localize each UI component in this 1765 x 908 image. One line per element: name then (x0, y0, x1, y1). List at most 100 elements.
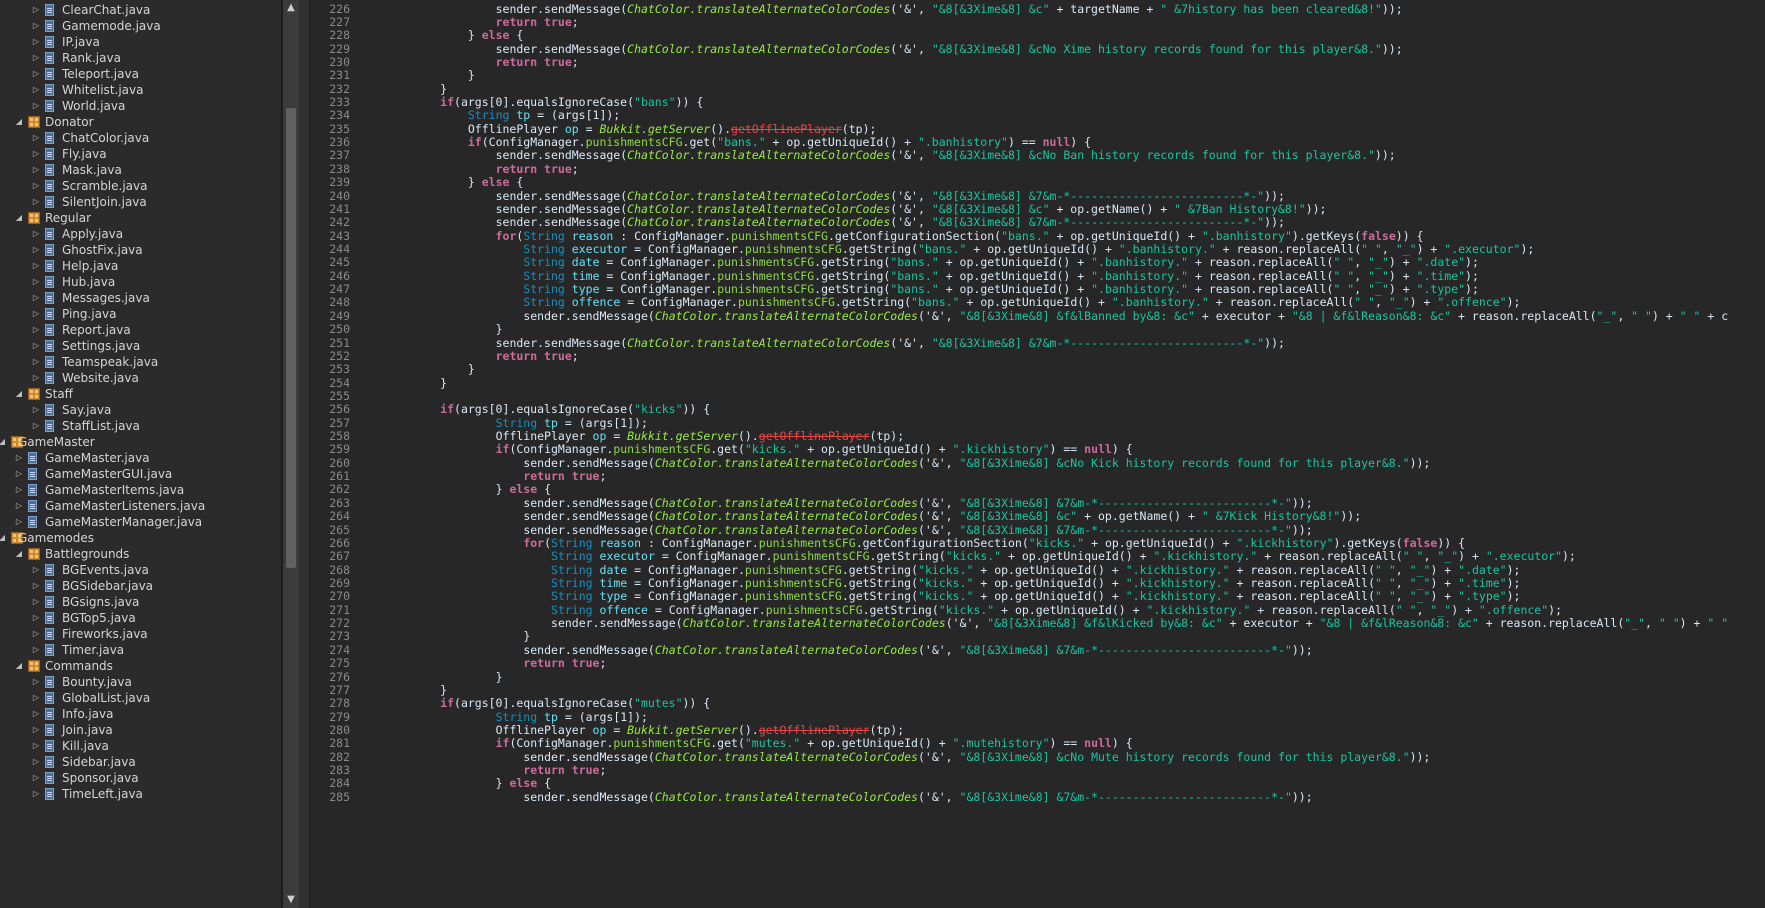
code-token: } (440, 81, 448, 96)
code-line[interactable]: } (440, 376, 447, 391)
code-token: + reason.replaceAll( (1451, 308, 1597, 323)
code-token: = ConfigManager. (654, 549, 773, 564)
code-token: ChatColor.translateAlternateColorCodes (627, 188, 891, 203)
java-file-icon (45, 740, 54, 752)
code-token: sender.sendMessage( (495, 215, 628, 230)
package-explorer: ▷ ClearChat.java ▷ Gamemode.java ▷ IP.java ▷ Ra… (0, 0, 282, 908)
code-token: if (467, 135, 482, 150)
code-token: (). (710, 121, 732, 136)
code-token: ('&', (917, 495, 960, 510)
code-token: "&8[&3Xime&8] &f&lKicked by&8: &c" (987, 616, 1223, 631)
code-token: ".banhistory." (1118, 241, 1216, 256)
code-token: reason (571, 228, 614, 243)
code-token: ) + (1388, 255, 1417, 270)
code-line[interactable]: sender.sendMessage(ChatColor.translateAl… (496, 2, 1403, 17)
code-token: ".executor" (1485, 549, 1562, 564)
code-token: ).getKeys( (1333, 535, 1403, 550)
code-token: + op.getUniqueId() + (973, 575, 1126, 590)
code-editor[interactable]: 226 227 228 229 230 231 232 233 234 235 236 237 238 2… (299, 0, 1765, 908)
code-token: )); (1381, 1, 1403, 16)
code-line[interactable]: sender.sendMessage(ChatColor.translateAl… (523, 643, 1312, 658)
code-token: type (599, 589, 628, 604)
code-token: sender.sendMessage( (523, 495, 655, 510)
code-token: ) + (1388, 268, 1417, 283)
code-token: String (551, 575, 593, 590)
code-token: : ConfigManager. (613, 228, 732, 243)
code-token: ; (599, 469, 607, 484)
code-token: + reason.replaceAll( (1229, 575, 1376, 590)
java-file-icon (45, 324, 54, 336)
code-token: " " (1333, 282, 1355, 297)
code-token: + c (1700, 308, 1729, 323)
scroll-up-icon[interactable]: ▲ (283, 0, 299, 16)
code-line[interactable]: sender.sendMessage(ChatColor.translateAl… (496, 336, 1285, 351)
code-token: ('&', (890, 188, 932, 203)
code-token: getOfflinePlayer (731, 121, 842, 136)
code-line[interactable]: return true; (496, 55, 579, 70)
code-token: ('&', (945, 616, 988, 631)
code-token: "kicks." (918, 562, 974, 577)
code-token: " " (1375, 562, 1396, 577)
code-token: (args[0].equalsIgnoreCase( (454, 402, 635, 417)
code-token: = ConfigManager. (627, 575, 745, 590)
code-token: executor (571, 241, 628, 256)
java-file-icon (45, 708, 54, 720)
code-token: ); (1506, 589, 1521, 604)
code-token: ('&', (890, 148, 932, 163)
code-line[interactable]: sender.sendMessage(ChatColor.translateAl… (523, 456, 1430, 471)
explorer-scrollbar[interactable]: ▲ ▼ (282, 0, 299, 908)
code-line[interactable]: } (496, 670, 503, 685)
code-token: for (523, 535, 545, 550)
code-token: + op.getUniqueId() + (1001, 549, 1154, 564)
code-token: sender.sendMessage( (523, 749, 655, 764)
java-file-icon (45, 772, 54, 784)
scrollbar-thumb[interactable] (286, 108, 296, 568)
java-file-icon (45, 164, 54, 176)
java-file-icon (45, 372, 54, 384)
code-line[interactable]: sender.sendMessage(ChatColor.translateAl… (523, 750, 1430, 765)
code-area[interactable]: sender.sendMessage( ChatColor.translateAl… (357, 0, 1765, 908)
code-line[interactable]: sender.sendMessage(ChatColor.translateAl… (551, 616, 1728, 631)
code-token: .getString( (814, 255, 891, 270)
code-token: time (571, 268, 600, 283)
java-file-icon (45, 580, 54, 592)
collapsed-arrow-icon[interactable]: ▷ (31, 785, 41, 803)
code-token: )); (1291, 495, 1313, 510)
code-token: ) + (1409, 295, 1438, 310)
code-token: getOfflinePlayer (758, 722, 870, 737)
code-line[interactable]: sender.sendMessage(ChatColor.translateAl… (523, 790, 1312, 805)
code-token: for (495, 228, 517, 243)
code-token: if (495, 442, 510, 457)
code-token: "_" (1395, 241, 1417, 256)
code-token: ) + (1430, 575, 1459, 590)
code-token: .getString( (814, 268, 891, 283)
code-token: return true (523, 656, 600, 671)
code-token: ) + (1430, 562, 1459, 577)
code-line[interactable]: sender.sendMessage(ChatColor.translateAl… (496, 148, 1396, 163)
code-line[interactable]: } (468, 68, 475, 83)
code-token: , (1354, 255, 1369, 270)
code-token: ('&', (890, 215, 932, 230)
code-line[interactable]: sender.sendMessage(ChatColor.translateAl… (523, 309, 1728, 324)
code-line[interactable]: } (468, 362, 475, 377)
code-token: sender.sendMessage( (495, 335, 628, 350)
code-token: } (440, 682, 448, 697)
code-token: false (1361, 228, 1396, 243)
code-token: + op.getName() + (1049, 201, 1175, 216)
code-token: )); (1291, 642, 1313, 657)
code-token: null (1042, 135, 1071, 150)
tree-file[interactable]: ▷ TimeLeft.java (0, 785, 268, 803)
code-token: reason (599, 535, 642, 550)
code-token: )) { (1437, 535, 1466, 550)
code-token: , (1375, 295, 1389, 310)
code-token: ('&', (917, 522, 960, 537)
code-token: " " (1333, 255, 1355, 270)
code-line[interactable]: return true; (496, 349, 579, 364)
scroll-down-icon[interactable]: ▼ (283, 892, 299, 908)
line-number-gutter: 226 227 228 229 230 231 232 233 234 235 236 237 238 2… (310, 0, 353, 908)
code-line[interactable]: sender.sendMessage(ChatColor.translateAl… (496, 42, 1403, 57)
code-line[interactable]: return true; (523, 656, 606, 671)
